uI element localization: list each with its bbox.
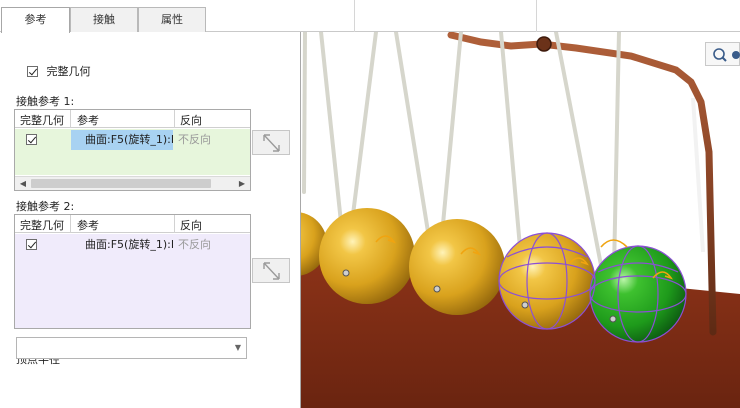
column-header: 参考 <box>77 219 99 232</box>
graphics-viewport[interactable] <box>301 32 740 408</box>
chevron-down-icon[interactable]: ▼ <box>230 338 246 358</box>
contact-ref-2-table: 完整几何 参考 反向 曲面:F5(旋转_1):B 不反向 <box>14 214 251 329</box>
table-header: 完整几何 参考 反向 <box>15 110 250 128</box>
direction-cell[interactable]: 不反向 <box>178 130 211 150</box>
contact-ref-1-table: 完整几何 参考 反向 曲面:F5(旋转_1):B 不反向 ◀ ▶ <box>14 109 251 191</box>
complete-geometry-checkbox[interactable] <box>27 65 38 77</box>
column-header: 反向 <box>180 219 202 232</box>
scroll-left-icon[interactable]: ◀ <box>16 177 30 190</box>
vertex-radius-combo[interactable]: ▼ <box>16 337 247 359</box>
zoom-view-icon[interactable] <box>706 43 740 67</box>
flip-direction-button-2[interactable] <box>252 258 290 283</box>
tab-strip: 参考 接触 属性 <box>0 0 740 33</box>
tab-properties[interactable]: 属性 <box>138 7 206 32</box>
tab-references[interactable]: 参考 <box>1 7 70 33</box>
row-complete-checkbox[interactable] <box>26 239 37 250</box>
row-complete-checkbox[interactable] <box>26 134 37 145</box>
complete-geometry-checkbox-row[interactable]: 完整几何 <box>27 63 91 79</box>
table-row[interactable]: 曲面:F5(旋转_1):B 不反向 <box>15 234 250 256</box>
column-header: 完整几何 <box>20 114 64 127</box>
newtons-cradle-model <box>301 32 740 408</box>
table-header: 完整几何 参考 反向 <box>15 215 250 233</box>
column-header: 完整几何 <box>20 219 64 232</box>
column-header: 反向 <box>180 114 202 127</box>
contact-ref-2-title: 接触参考 2: <box>16 200 75 213</box>
flip-direction-icon <box>263 262 280 280</box>
toolbar-divider <box>536 0 537 32</box>
zoom-view-toolbar[interactable] <box>705 42 740 66</box>
contact-ref-1-title: 接触参考 1: <box>16 95 75 108</box>
reference-cell[interactable]: 曲面:F5(旋转_1):B <box>71 130 173 150</box>
column-header: 参考 <box>77 114 99 127</box>
toolbar-divider <box>354 0 355 32</box>
flip-direction-button-1[interactable] <box>252 130 290 155</box>
pendulum-ball <box>319 208 415 304</box>
horizontal-scrollbar[interactable]: ◀ ▶ <box>15 176 250 190</box>
frame-joint <box>536 36 552 52</box>
tab-contact[interactable]: 接触 <box>70 7 138 32</box>
scroll-thumb[interactable] <box>31 179 211 188</box>
reference-cell[interactable]: 曲面:F5(旋转_1):B <box>71 235 173 255</box>
flip-direction-icon <box>263 134 280 152</box>
complete-geometry-label: 完整几何 <box>46 65 91 78</box>
direction-cell[interactable]: 不反向 <box>178 235 211 255</box>
scroll-right-icon[interactable]: ▶ <box>235 177 249 190</box>
pendulum-ball <box>409 219 505 315</box>
table-row[interactable]: 曲面:F5(旋转_1):B 不反向 <box>15 129 250 151</box>
